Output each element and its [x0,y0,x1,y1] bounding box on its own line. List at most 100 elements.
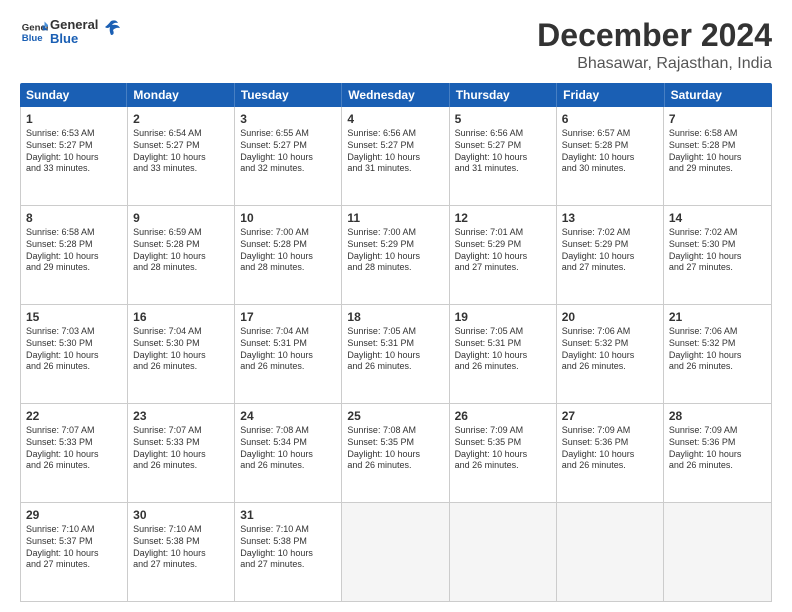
calendar-cell: 17Sunrise: 7:04 AMSunset: 5:31 PMDayligh… [235,305,342,403]
calendar-cell: 25Sunrise: 7:08 AMSunset: 5:35 PMDayligh… [342,404,449,502]
cell-info: Sunrise: 7:02 AMSunset: 5:29 PMDaylight:… [562,227,658,274]
cell-info: Sunrise: 6:56 AMSunset: 5:27 PMDaylight:… [347,128,443,175]
calendar-cell [450,503,557,601]
calendar-cell: 8Sunrise: 6:58 AMSunset: 5:28 PMDaylight… [21,206,128,304]
calendar-week-2: 8Sunrise: 6:58 AMSunset: 5:28 PMDaylight… [21,206,771,305]
cell-info: Sunrise: 7:02 AMSunset: 5:30 PMDaylight:… [669,227,766,274]
calendar-cell: 6Sunrise: 6:57 AMSunset: 5:28 PMDaylight… [557,107,664,205]
day-number: 16 [133,309,229,325]
calendar-cell: 7Sunrise: 6:58 AMSunset: 5:28 PMDaylight… [664,107,771,205]
day-number: 22 [26,408,122,424]
cell-info: Sunrise: 7:09 AMSunset: 5:36 PMDaylight:… [669,425,766,472]
logo-general: General [50,18,98,32]
day-number: 1 [26,111,122,127]
calendar-cell: 21Sunrise: 7:06 AMSunset: 5:32 PMDayligh… [664,305,771,403]
day-friday: Friday [557,83,664,107]
cell-info: Sunrise: 6:55 AMSunset: 5:27 PMDaylight:… [240,128,336,175]
calendar-week-3: 15Sunrise: 7:03 AMSunset: 5:30 PMDayligh… [21,305,771,404]
calendar-cell: 26Sunrise: 7:09 AMSunset: 5:35 PMDayligh… [450,404,557,502]
logo-bird-icon [100,17,122,39]
day-number: 5 [455,111,551,127]
cell-info: Sunrise: 7:07 AMSunset: 5:33 PMDaylight:… [26,425,122,472]
cell-info: Sunrise: 7:03 AMSunset: 5:30 PMDaylight:… [26,326,122,373]
cell-info: Sunrise: 7:10 AMSunset: 5:37 PMDaylight:… [26,524,122,571]
calendar-cell: 16Sunrise: 7:04 AMSunset: 5:30 PMDayligh… [128,305,235,403]
cell-info: Sunrise: 6:54 AMSunset: 5:27 PMDaylight:… [133,128,229,175]
cell-info: Sunrise: 7:10 AMSunset: 5:38 PMDaylight:… [240,524,336,571]
day-number: 27 [562,408,658,424]
day-number: 12 [455,210,551,226]
cell-info: Sunrise: 6:56 AMSunset: 5:27 PMDaylight:… [455,128,551,175]
calendar-cell: 29Sunrise: 7:10 AMSunset: 5:37 PMDayligh… [21,503,128,601]
calendar-cell [557,503,664,601]
day-number: 4 [347,111,443,127]
cell-info: Sunrise: 7:09 AMSunset: 5:36 PMDaylight:… [562,425,658,472]
calendar-cell [664,503,771,601]
calendar-week-5: 29Sunrise: 7:10 AMSunset: 5:37 PMDayligh… [21,503,771,601]
day-number: 10 [240,210,336,226]
calendar-cell: 5Sunrise: 6:56 AMSunset: 5:27 PMDaylight… [450,107,557,205]
day-number: 20 [562,309,658,325]
day-number: 14 [669,210,766,226]
day-number: 3 [240,111,336,127]
day-number: 23 [133,408,229,424]
day-monday: Monday [127,83,234,107]
day-number: 25 [347,408,443,424]
main-title: December 2024 [537,18,772,53]
day-number: 9 [133,210,229,226]
calendar-cell: 14Sunrise: 7:02 AMSunset: 5:30 PMDayligh… [664,206,771,304]
cell-info: Sunrise: 6:53 AMSunset: 5:27 PMDaylight:… [26,128,122,175]
calendar-cell: 12Sunrise: 7:01 AMSunset: 5:29 PMDayligh… [450,206,557,304]
calendar-cell: 11Sunrise: 7:00 AMSunset: 5:29 PMDayligh… [342,206,449,304]
day-number: 7 [669,111,766,127]
cell-info: Sunrise: 6:57 AMSunset: 5:28 PMDaylight:… [562,128,658,175]
cell-info: Sunrise: 7:07 AMSunset: 5:33 PMDaylight:… [133,425,229,472]
day-saturday: Saturday [665,83,772,107]
cell-info: Sunrise: 7:05 AMSunset: 5:31 PMDaylight:… [455,326,551,373]
cell-info: Sunrise: 7:09 AMSunset: 5:35 PMDaylight:… [455,425,551,472]
calendar-cell: 18Sunrise: 7:05 AMSunset: 5:31 PMDayligh… [342,305,449,403]
calendar-cell: 31Sunrise: 7:10 AMSunset: 5:38 PMDayligh… [235,503,342,601]
day-number: 6 [562,111,658,127]
calendar-cell: 10Sunrise: 7:00 AMSunset: 5:28 PMDayligh… [235,206,342,304]
calendar-cell: 15Sunrise: 7:03 AMSunset: 5:30 PMDayligh… [21,305,128,403]
calendar-cell [342,503,449,601]
day-number: 18 [347,309,443,325]
calendar: Sunday Monday Tuesday Wednesday Thursday… [20,83,772,602]
day-number: 29 [26,507,122,523]
day-number: 8 [26,210,122,226]
calendar-header: Sunday Monday Tuesday Wednesday Thursday… [20,83,772,107]
logo-icon: General Blue [20,18,48,46]
cell-info: Sunrise: 7:00 AMSunset: 5:28 PMDaylight:… [240,227,336,274]
calendar-cell: 30Sunrise: 7:10 AMSunset: 5:38 PMDayligh… [128,503,235,601]
cell-info: Sunrise: 7:06 AMSunset: 5:32 PMDaylight:… [562,326,658,373]
cell-info: Sunrise: 7:06 AMSunset: 5:32 PMDaylight:… [669,326,766,373]
calendar-cell: 27Sunrise: 7:09 AMSunset: 5:36 PMDayligh… [557,404,664,502]
svg-text:Blue: Blue [22,33,43,44]
cell-info: Sunrise: 7:01 AMSunset: 5:29 PMDaylight:… [455,227,551,274]
day-number: 11 [347,210,443,226]
day-tuesday: Tuesday [235,83,342,107]
day-thursday: Thursday [450,83,557,107]
day-number: 24 [240,408,336,424]
day-number: 13 [562,210,658,226]
cell-info: Sunrise: 6:59 AMSunset: 5:28 PMDaylight:… [133,227,229,274]
calendar-body: 1Sunrise: 6:53 AMSunset: 5:27 PMDaylight… [20,107,772,602]
calendar-week-1: 1Sunrise: 6:53 AMSunset: 5:27 PMDaylight… [21,107,771,206]
page: General Blue General Blue December 2024 … [0,0,792,612]
logo-blue: Blue [50,32,98,46]
calendar-cell: 2Sunrise: 6:54 AMSunset: 5:27 PMDaylight… [128,107,235,205]
day-number: 30 [133,507,229,523]
day-number: 28 [669,408,766,424]
cell-info: Sunrise: 7:08 AMSunset: 5:35 PMDaylight:… [347,425,443,472]
logo: General Blue General Blue [20,18,122,47]
title-block: December 2024 Bhasawar, Rajasthan, India [537,18,772,73]
calendar-cell: 13Sunrise: 7:02 AMSunset: 5:29 PMDayligh… [557,206,664,304]
cell-info: Sunrise: 7:08 AMSunset: 5:34 PMDaylight:… [240,425,336,472]
cell-info: Sunrise: 6:58 AMSunset: 5:28 PMDaylight:… [669,128,766,175]
cell-info: Sunrise: 7:04 AMSunset: 5:31 PMDaylight:… [240,326,336,373]
cell-info: Sunrise: 7:05 AMSunset: 5:31 PMDaylight:… [347,326,443,373]
calendar-week-4: 22Sunrise: 7:07 AMSunset: 5:33 PMDayligh… [21,404,771,503]
calendar-cell: 20Sunrise: 7:06 AMSunset: 5:32 PMDayligh… [557,305,664,403]
calendar-cell: 1Sunrise: 6:53 AMSunset: 5:27 PMDaylight… [21,107,128,205]
